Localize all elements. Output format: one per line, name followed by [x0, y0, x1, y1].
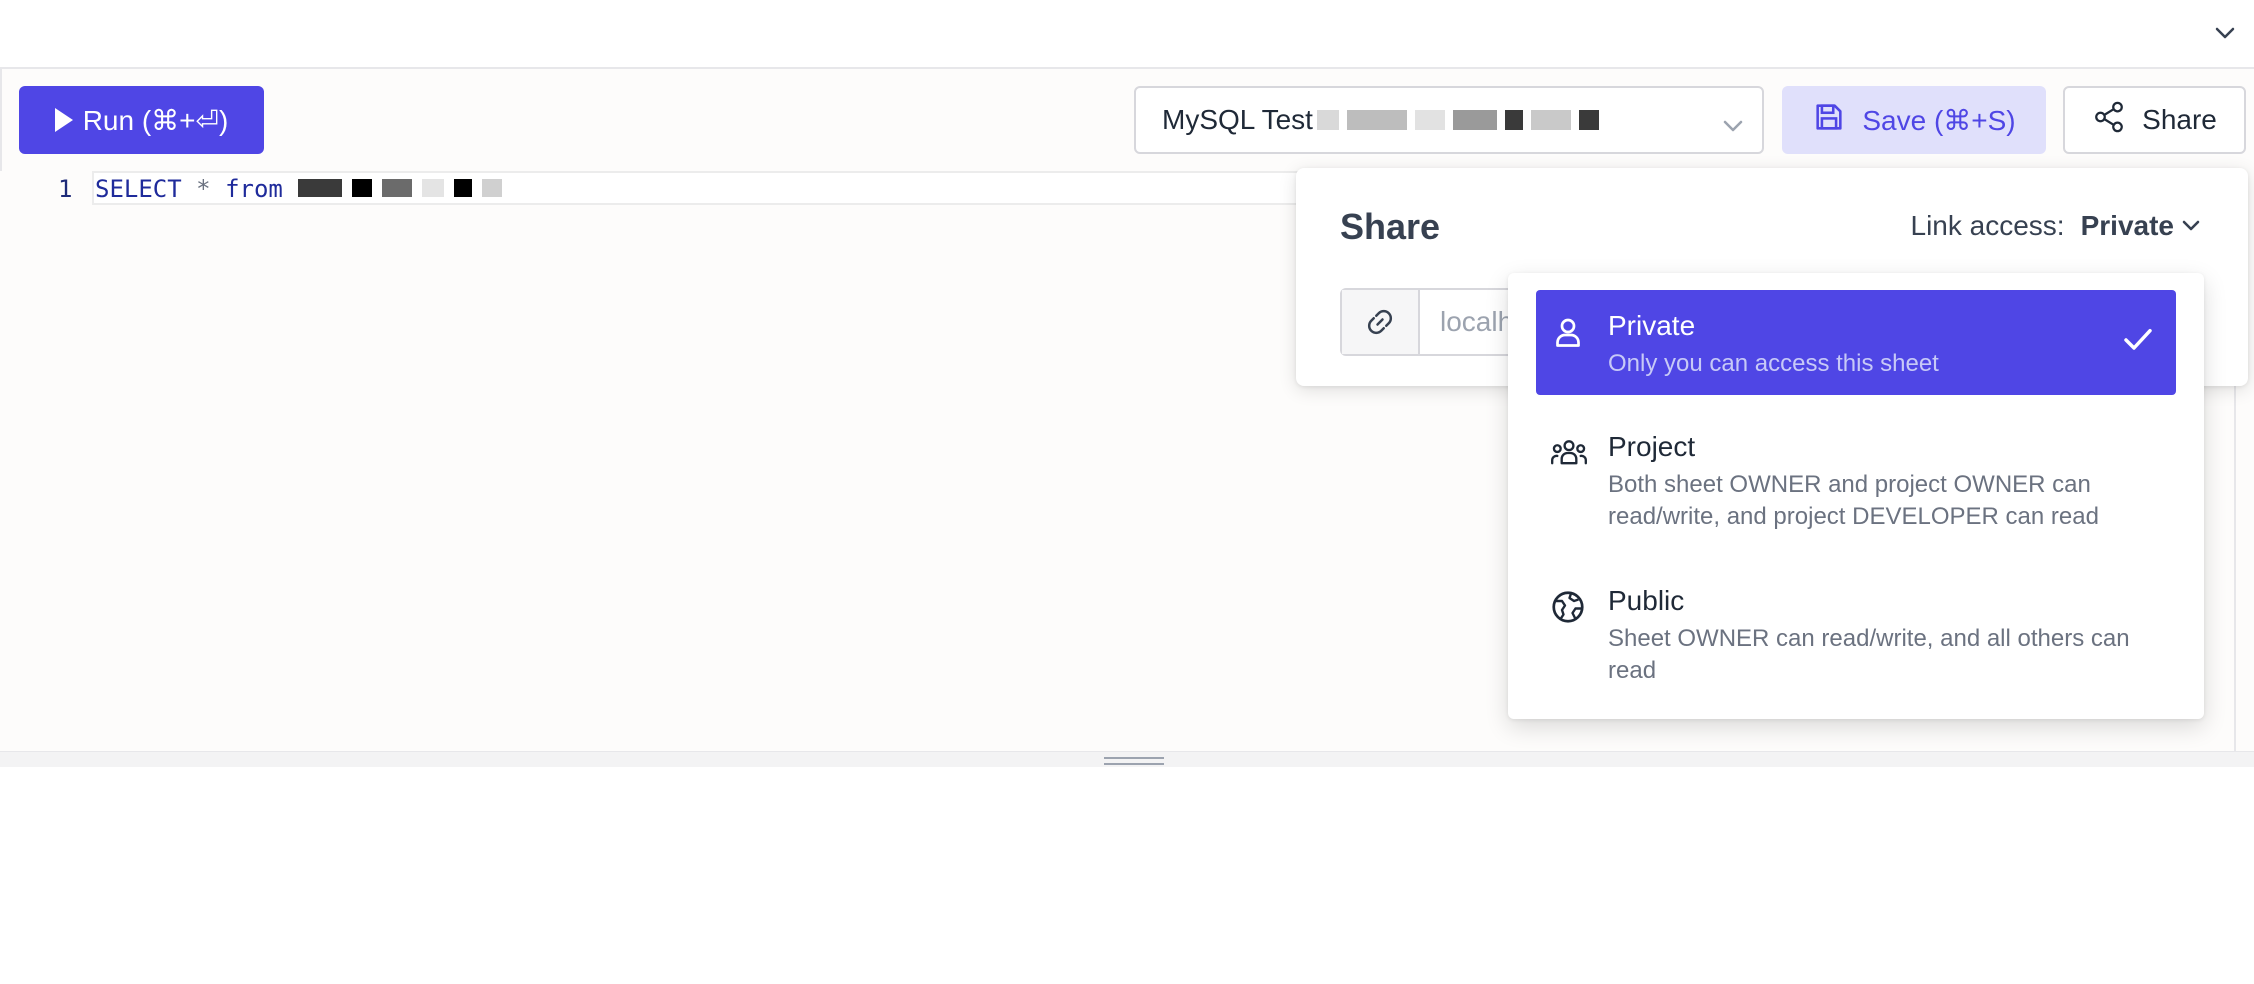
editor-toolbar: Run (⌘+⏎) MySQL Test Save (⌘+S) Share [0, 71, 2254, 171]
code-operator: * [196, 175, 211, 203]
access-option-description: Both sheet OWNER and project OWNER can r… [1608, 471, 2099, 530]
link-access-menu: Private Only you can access this sheet P… [1508, 273, 2204, 719]
user-icon [1550, 314, 1586, 350]
share-link-url: localh [1440, 306, 1514, 337]
redacted-text [1316, 110, 1599, 130]
access-option-description: Only you can access this sheet [1608, 350, 1939, 377]
link-icon [1367, 309, 1393, 335]
link-access: Link access: Private [1911, 210, 2200, 242]
top-bar [0, 0, 2254, 69]
database-select[interactable]: MySQL Test [1134, 86, 1764, 154]
access-option-public[interactable]: Public Sheet OWNER can read/write, and a… [1536, 565, 2176, 685]
run-button[interactable]: Run (⌘+⏎) [19, 86, 264, 154]
access-option-private[interactable]: Private Only you can access this sheet [1536, 290, 2176, 395]
copy-link-button[interactable] [1342, 290, 1420, 354]
globe-icon [1550, 589, 1586, 625]
save-button[interactable]: Save (⌘+S) [1782, 86, 2046, 154]
line-number: 1 [58, 175, 73, 203]
link-access-label: Link access: [1910, 210, 2065, 241]
link-access-dropdown[interactable]: Private [2081, 210, 2200, 242]
check-icon [2122, 326, 2154, 359]
play-icon [54, 108, 73, 132]
database-select-value: MySQL Test [1162, 104, 1313, 135]
code-keyword-select: SELECT [95, 175, 182, 203]
access-option-project[interactable]: Project Both sheet OWNER and project OWN… [1536, 411, 2176, 531]
share-button-label: Share [2142, 104, 2217, 135]
access-option-title: Project [1608, 431, 1696, 462]
results-pane [0, 767, 2254, 984]
collapse-chevron-icon[interactable] [2210, 18, 2240, 48]
link-access-value: Private [2080, 210, 2174, 241]
dropdown-caret [2168, 259, 2196, 273]
chevron-down-icon [1722, 108, 1744, 140]
save-button-label: Save (⌘+S) [1862, 104, 2016, 136]
share-icon [2092, 100, 2126, 141]
pane-resize-handle[interactable] [0, 751, 2254, 767]
sql-editor-page: Run (⌘+⏎) MySQL Test Save (⌘+S) Share 1 … [0, 0, 2254, 984]
chevron-down-icon [2182, 220, 2200, 231]
users-group-icon [1550, 435, 1587, 471]
redacted-table-name [298, 179, 502, 197]
code-line-1[interactable]: SELECT * from [95, 175, 283, 203]
share-popover-title: Share [1340, 206, 1441, 247]
save-icon [1812, 100, 1846, 141]
share-button[interactable]: Share [2063, 86, 2246, 154]
run-button-label: Run (⌘+⏎) [82, 104, 229, 136]
code-keyword-from: from [225, 175, 283, 203]
access-option-description: Sheet OWNER can read/write, and all othe… [1608, 625, 2130, 684]
active-line-highlight [92, 171, 1392, 205]
drag-handle-icon [1104, 757, 1164, 765]
access-option-title: Private [1608, 310, 1696, 341]
access-option-title: Public [1608, 585, 1685, 616]
